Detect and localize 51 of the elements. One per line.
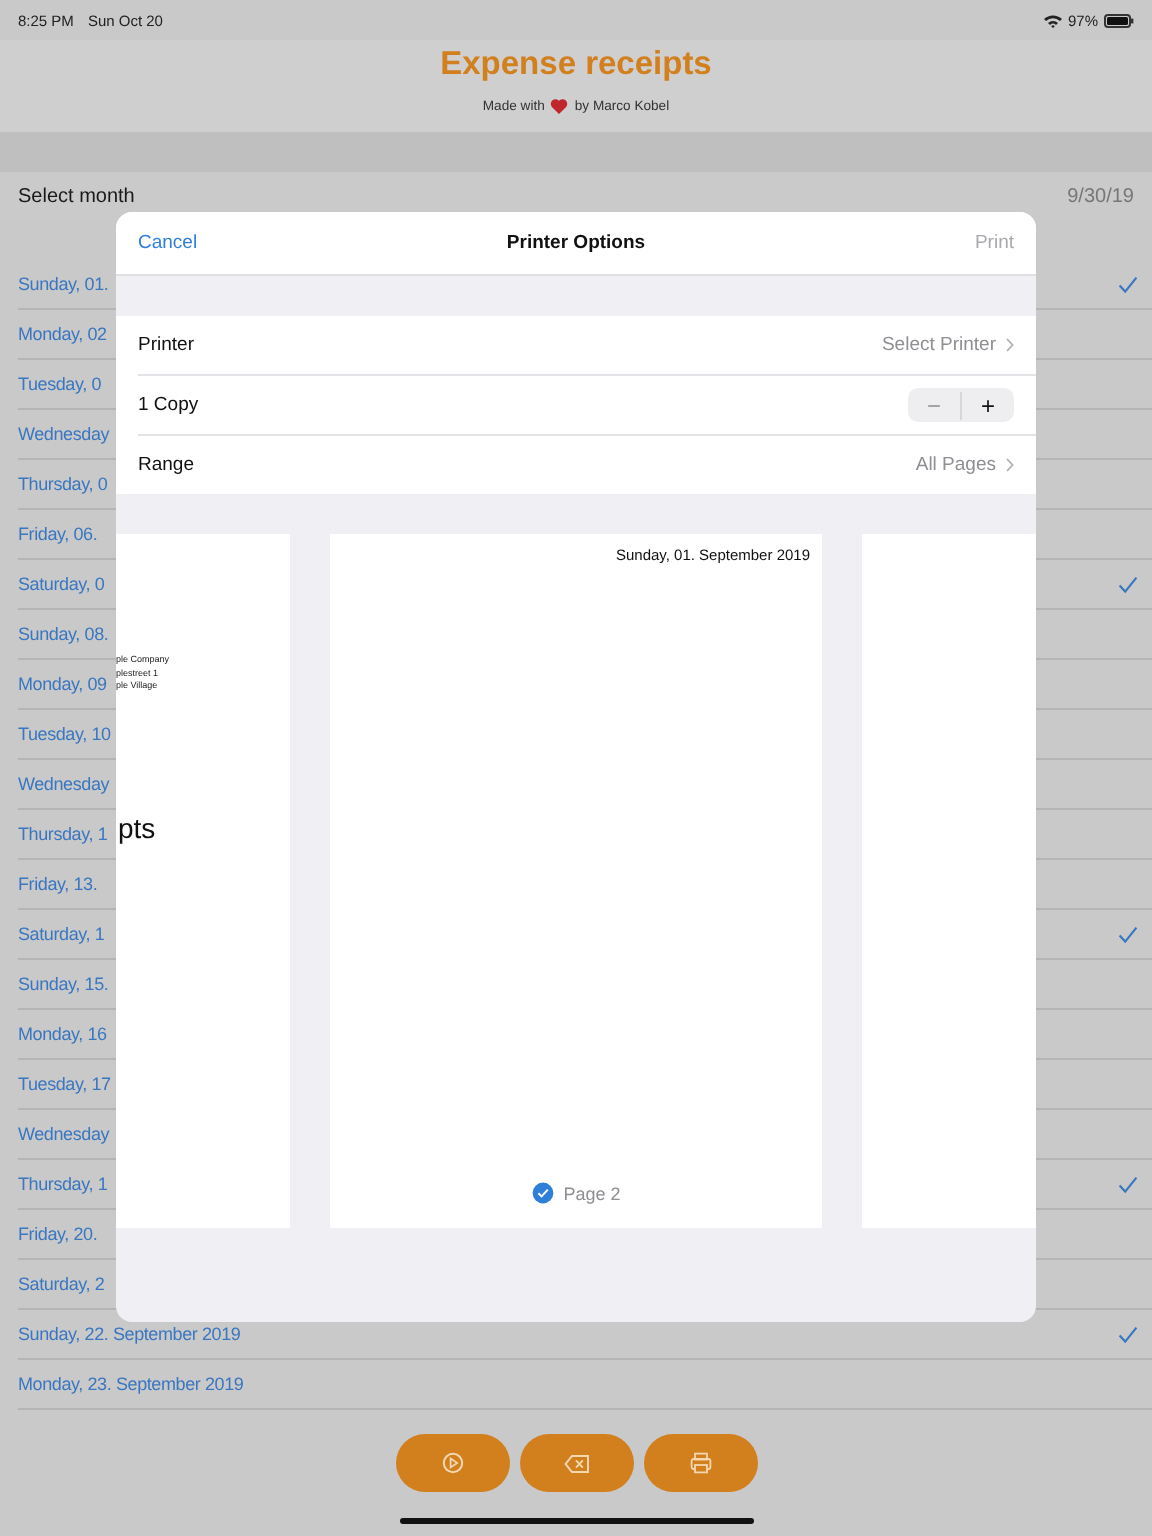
day-item[interactable]: Tuesday, 0 [18,374,102,394]
page-label: Page 2 [563,1183,621,1203]
option-value: Select Printer [881,334,996,356]
page-heading: pts [116,809,158,846]
day-item[interactable]: Monday, 16 [18,1024,107,1044]
day-item[interactable]: Saturday, 2 [18,1274,105,1294]
decrement-button[interactable]: − [908,391,962,419]
backspace-icon [563,1453,589,1473]
day-item[interactable]: Tuesday, 10 [18,724,111,744]
day-item[interactable]: Wednesday [18,1124,110,1144]
day-item[interactable]: Monday, 09 [18,674,107,694]
day-item[interactable]: Sunday, 08. [18,624,109,644]
checkbox-icon[interactable] [531,1182,554,1204]
day-item[interactable]: Saturday, 0 [18,574,105,594]
day-item[interactable]: Monday, 23. September 2019 [18,1374,244,1394]
day-item[interactable]: Sunday, 15. [18,974,109,994]
day-item[interactable]: Thursday, 0 [18,474,108,494]
day-item[interactable]: Thursday, 1 [18,824,108,844]
increment-button[interactable]: + [962,391,1014,419]
day-item[interactable]: Wednesday [18,424,110,444]
option-label: 1 Copy [138,394,199,416]
battery-icon [1104,13,1134,27]
day-item[interactable]: Wednesday [18,774,110,794]
day-item[interactable]: Friday, 13. [18,874,98,894]
print-button[interactable] [643,1434,757,1492]
day-item[interactable]: Tuesday, 17 [18,1074,111,1094]
cancel-button[interactable]: Cancel [138,232,198,254]
delete-button[interactable] [519,1434,633,1492]
day-item[interactable]: Friday, 06. [18,524,98,544]
option-value: All Pages [915,454,996,476]
wifi-icon [1043,13,1062,27]
chevron-icon [1006,338,1014,352]
day-item[interactable]: Thursday, 1 [18,1174,108,1194]
day-item[interactable]: Sunday, 22. September 2019 [18,1324,241,1344]
heart-icon [550,98,569,114]
app-title: Expense receipts [440,46,712,84]
day-item[interactable]: Monday, 02 [18,324,107,344]
play-button[interactable] [395,1434,509,1492]
day-item[interactable]: Friday, 20. [18,1224,98,1244]
day-item[interactable]: Sunday, 01. [18,274,109,294]
chevron-icon [1006,458,1014,472]
printer-icon [689,1452,711,1474]
option-label: Printer [138,334,194,356]
month-label: Select month [18,185,135,207]
sheet-title: Printer Options [506,232,646,254]
option-row[interactable]: Range All Pages [138,436,1036,494]
month-value: 9/30/19 [1067,185,1134,207]
day-item[interactable]: Saturday, 1 [18,924,105,944]
play-circle-icon [441,1452,463,1474]
option-label: Range [138,454,194,476]
option-row[interactable]: Printer Select Printer [138,316,1036,376]
